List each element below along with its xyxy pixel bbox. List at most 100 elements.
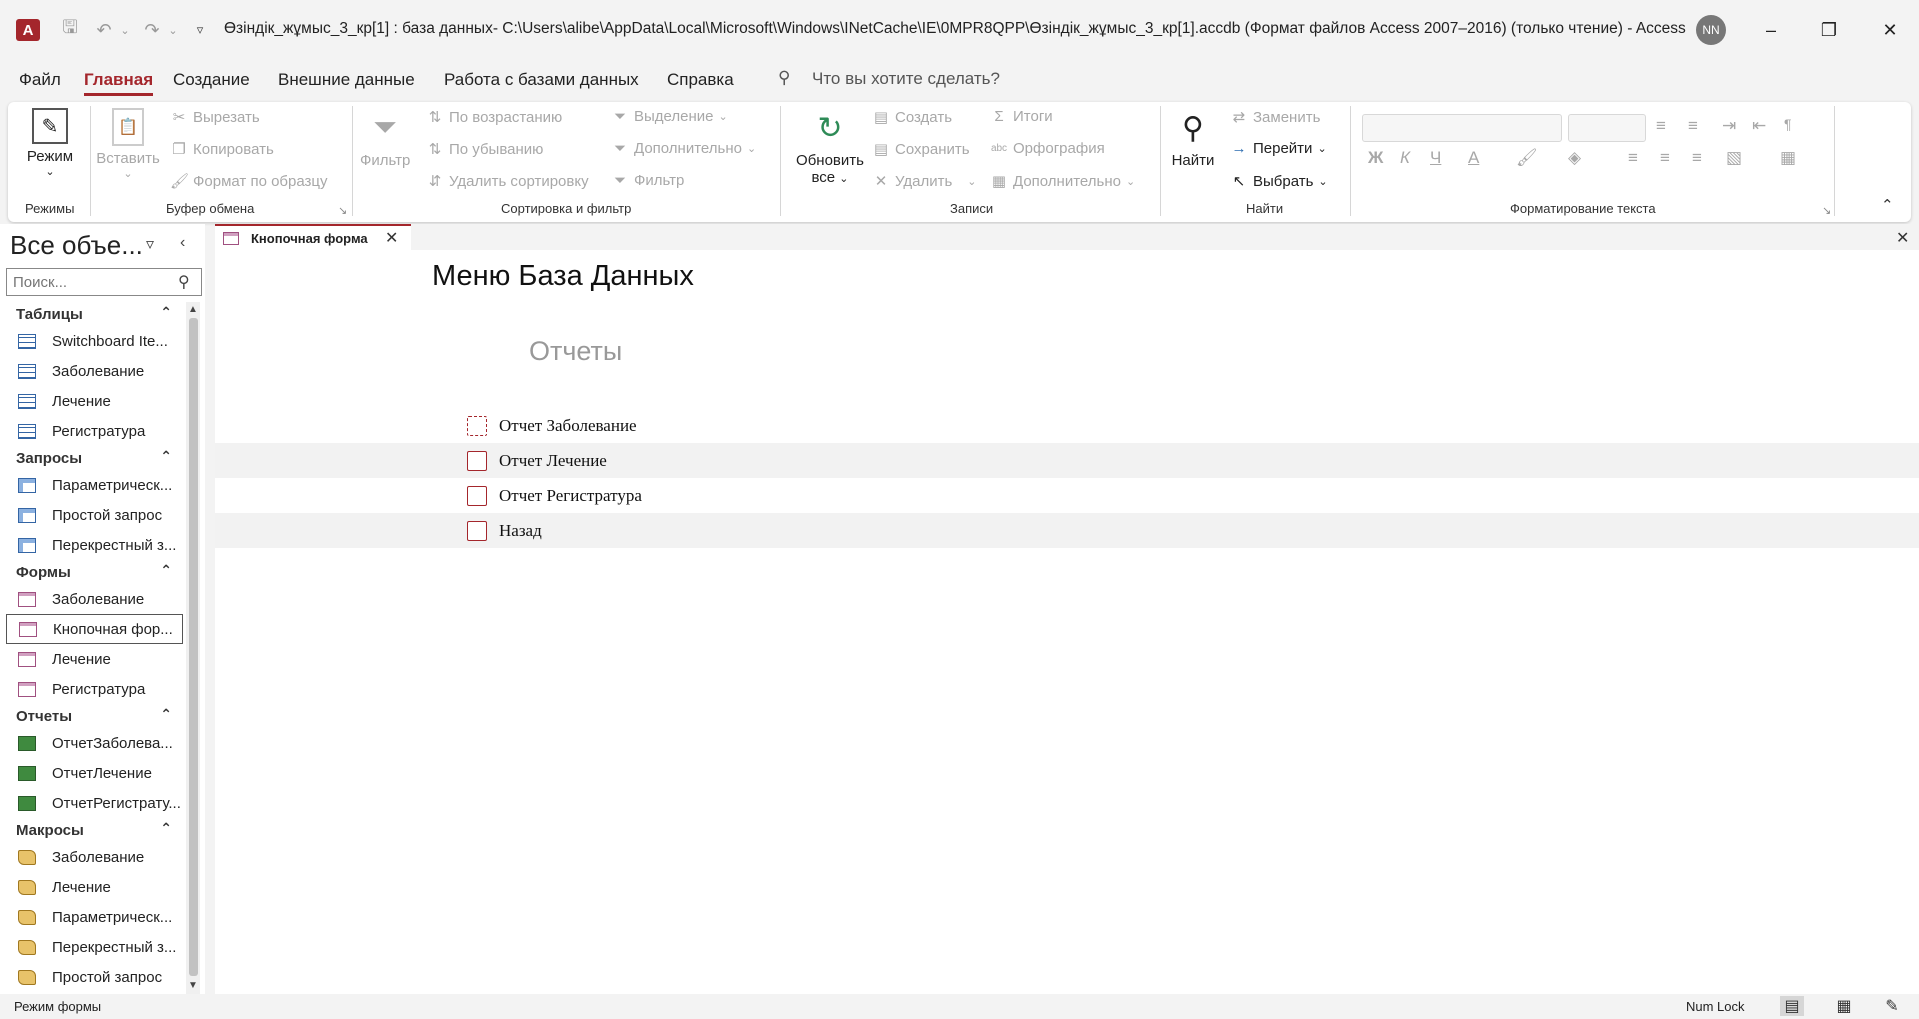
totals-button[interactable]: Σ Итоги	[990, 108, 1052, 125]
align-right-icon[interactable]: ≡	[1692, 148, 1702, 168]
find-button[interactable]: ⚲ Найти	[1168, 108, 1218, 170]
nav-item-form[interactable]: Кнопочная фор...	[6, 614, 183, 644]
switchboard-label[interactable]: Назад	[499, 521, 542, 541]
chevron-up-icon[interactable]: ⌃	[160, 820, 172, 837]
nav-item-report[interactable]: ОтчетЛечение	[0, 758, 186, 788]
tell-me-box[interactable]: Что вы хотите сделать?	[812, 69, 1000, 89]
sort-descending-button[interactable]: ⇅ По убыванию	[426, 140, 544, 159]
design-view-icon[interactable]: ✎	[1880, 996, 1904, 1016]
select-button[interactable]: ↖ Выбрать ⌄	[1230, 172, 1328, 191]
switchboard-button-report-disease[interactable]	[467, 416, 487, 436]
nav-item-form[interactable]: Регистратура	[0, 674, 186, 704]
font-color-button[interactable]: A	[1468, 148, 1479, 168]
alternate-row-color-icon[interactable]: ▧	[1726, 148, 1742, 168]
close-window-button[interactable]: ✕	[1870, 14, 1910, 46]
nav-item-report[interactable]: ОтчетЗаболева...	[0, 728, 186, 758]
dialog-launcher-icon[interactable]: ↘	[1822, 204, 1831, 217]
access-app-icon[interactable]: A	[16, 19, 40, 41]
tab-file[interactable]: Файл	[19, 70, 61, 90]
nav-menu-dropdown-icon[interactable]: ▿	[146, 234, 154, 254]
nav-item-query[interactable]: Простой запрос	[0, 500, 186, 530]
nav-item-macro[interactable]: Простой запрос	[0, 962, 186, 992]
delete-record-button[interactable]: ✕ Удалить ⌄	[872, 172, 977, 191]
chevron-up-icon[interactable]: ⌃	[160, 304, 172, 321]
scroll-up-icon[interactable]: ▲	[188, 304, 198, 315]
nav-item-report[interactable]: ОтчетРегистрату...	[0, 788, 186, 818]
underline-button[interactable]: Ч	[1430, 148, 1441, 168]
view-button[interactable]: ✎ Режим ⌄	[22, 108, 78, 178]
selection-button[interactable]: ⏷ Выделение ⌄	[611, 108, 728, 125]
nav-category-table[interactable]: Таблицы ⌃	[0, 302, 186, 326]
advanced-filter-button[interactable]: ⏷ Дополнительно ⌄	[611, 140, 756, 157]
cut-button[interactable]: ✂ Вырезать	[170, 108, 260, 127]
tab-external-data[interactable]: Внешние данные	[278, 70, 415, 90]
save-icon[interactable]: 🖫	[58, 17, 82, 43]
nav-category-query[interactable]: Запросы ⌃	[0, 446, 186, 470]
scroll-down-icon[interactable]: ▼	[188, 980, 198, 991]
tab-database-tools[interactable]: Работа с базами данных	[444, 70, 639, 90]
nav-search-input[interactable]	[6, 268, 202, 296]
redo-dropdown-icon[interactable]: ⌄	[166, 17, 180, 43]
user-avatar[interactable]: NN	[1696, 15, 1726, 45]
chevron-up-icon[interactable]: ⌃	[160, 706, 172, 723]
more-records-button[interactable]: ▦ Дополнительно ⌄	[990, 172, 1135, 191]
undo-icon[interactable]: ↶	[92, 17, 116, 43]
align-center-icon[interactable]: ≡	[1660, 148, 1670, 168]
tab-help[interactable]: Справка	[667, 70, 734, 90]
font-name-combo[interactable]	[1362, 114, 1562, 142]
align-left-icon[interactable]: ≡	[1628, 148, 1638, 168]
replace-button[interactable]: ⇄ Заменить	[1230, 108, 1321, 127]
switchboard-button-back[interactable]	[467, 521, 487, 541]
fill-color-icon[interactable]: ◈	[1568, 148, 1581, 168]
bullets-icon[interactable]: ≡	[1656, 116, 1666, 136]
new-record-button[interactable]: ▤ Создать	[872, 108, 952, 127]
save-record-button[interactable]: ▤ Сохранить	[872, 140, 970, 159]
close-document-icon[interactable]: ✕	[1896, 228, 1909, 248]
highlight-icon[interactable]: 🖌	[1516, 148, 1538, 168]
nav-category-report[interactable]: Отчеты ⌃	[0, 704, 186, 728]
remove-sort-button[interactable]: ⇵ Удалить сортировку	[426, 172, 589, 191]
italic-button[interactable]: К	[1400, 148, 1410, 168]
decrease-indent-icon[interactable]: ⇤	[1752, 116, 1766, 136]
tab-switchboard-form[interactable]: Кнопочная форма ✕	[215, 224, 411, 250]
chevron-up-icon[interactable]: ⌃	[160, 562, 172, 579]
sort-ascending-button[interactable]: ⇅ По возрастанию	[426, 108, 563, 127]
redo-icon[interactable]: ↷	[140, 17, 164, 43]
copy-button[interactable]: ❐ Копировать	[170, 140, 274, 159]
switchboard-button-report-treatment[interactable]	[467, 451, 487, 471]
bold-button[interactable]: Ж	[1368, 148, 1383, 168]
nav-item-macro[interactable]: Перекрестный з...	[0, 932, 186, 962]
nav-item-macro[interactable]: Параметрическ...	[0, 902, 186, 932]
tab-create[interactable]: Создание	[173, 70, 250, 90]
close-tab-icon[interactable]: ✕	[385, 228, 398, 248]
switchboard-label[interactable]: Отчет Регистратура	[499, 486, 642, 506]
nav-category-macro[interactable]: Макросы ⌃	[0, 818, 186, 842]
nav-item-form[interactable]: Лечение	[0, 644, 186, 674]
toggle-filter-button[interactable]: ⏷ Фильтр	[611, 172, 684, 189]
nav-scrollbar-thumb[interactable]	[189, 318, 198, 976]
switchboard-label[interactable]: Отчет Лечение	[499, 451, 607, 471]
nav-item-macro[interactable]: Заболевание	[0, 842, 186, 872]
refresh-all-button[interactable]: ↻ Обновить все ⌄	[792, 108, 868, 187]
switchboard-label[interactable]: Отчет Заболевание	[499, 416, 637, 436]
nav-item-form[interactable]: Заболевание	[0, 584, 186, 614]
spelling-button[interactable]: abc Орфография	[990, 140, 1105, 157]
layout-view-icon[interactable]: ▦	[1832, 996, 1856, 1016]
nav-item-query[interactable]: Параметрическ...	[0, 470, 186, 500]
filter-button[interactable]: ⏷ Фильтр	[360, 108, 410, 169]
numbering-icon[interactable]: ≡	[1688, 116, 1698, 136]
collapse-ribbon-icon[interactable]: ⌃	[1881, 196, 1894, 214]
increase-indent-icon[interactable]: ⇥	[1722, 116, 1736, 136]
nav-item-table[interactable]: Switchboard Ite...	[0, 326, 186, 356]
switchboard-button-report-registry[interactable]	[467, 486, 487, 506]
collapse-pane-icon[interactable]: ‹	[180, 234, 185, 252]
customize-qat-icon[interactable]: ▿	[190, 17, 210, 43]
nav-category-form[interactable]: Формы ⌃	[0, 560, 186, 584]
nav-item-table[interactable]: Лечение	[0, 386, 186, 416]
font-size-combo[interactable]	[1568, 114, 1646, 142]
paste-button[interactable]: 📋 Вставить ⌄	[96, 108, 160, 180]
tab-home[interactable]: Главная	[84, 70, 154, 96]
restore-button[interactable]: ❐	[1809, 14, 1849, 46]
minimize-button[interactable]: –	[1751, 14, 1791, 46]
nav-item-table[interactable]: Регистратура	[0, 416, 186, 446]
